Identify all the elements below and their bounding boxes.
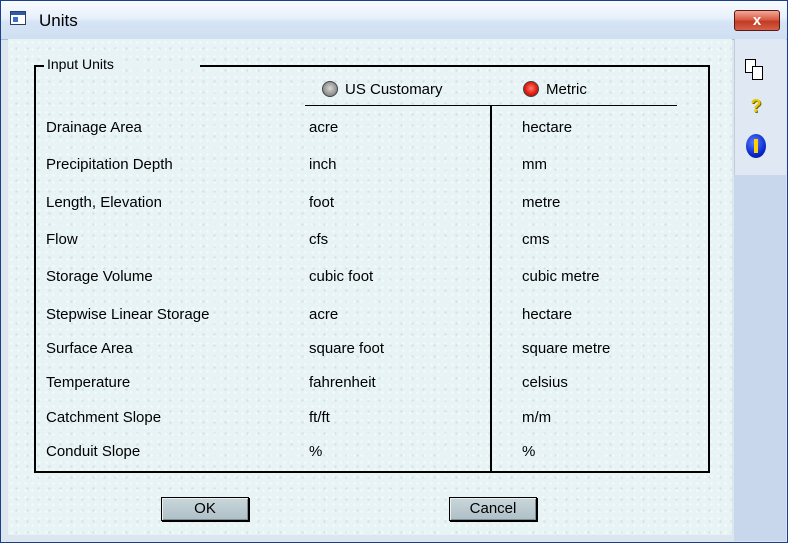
- metric-unit-stepwise-linear-storage: hectare: [522, 306, 573, 323]
- us-unit-precipitation-depth: inch: [309, 156, 337, 173]
- column-divider: [490, 106, 492, 471]
- row-label-precipitation-depth: Precipitation Depth: [46, 156, 173, 173]
- copy-icon[interactable]: [744, 58, 768, 82]
- info-icon[interactable]: [744, 134, 768, 158]
- close-button[interactable]: x: [734, 10, 780, 31]
- metric-unit-drainage-area: hectare: [522, 119, 573, 136]
- us-unit-catchment-slope: ft/ft: [309, 409, 330, 426]
- row-label-stepwise-linear-storage: Stepwise Linear Storage: [46, 306, 210, 323]
- metric-unit-length-elevation: metre: [522, 194, 561, 211]
- metric-unit-surface-area: square metre: [522, 340, 611, 357]
- ok-button[interactable]: OK: [161, 497, 249, 521]
- row-label-drainage-area: Drainage Area: [46, 119, 142, 136]
- close-icon: x: [752, 12, 762, 29]
- us-unit-stepwise-linear-storage: acre: [309, 306, 339, 323]
- row-label-surface-area: Surface Area: [46, 340, 133, 357]
- us-unit-drainage-area: acre: [309, 119, 339, 136]
- metric-unit-flow: cms: [522, 231, 550, 248]
- row-label-storage-volume: Storage Volume: [46, 268, 153, 285]
- us-unit-flow: cfs: [309, 231, 329, 248]
- row-label-flow: Flow: [46, 231, 78, 248]
- us-customary-label[interactable]: US Customary: [345, 81, 443, 98]
- us-unit-temperature: fahrenheit: [309, 374, 376, 391]
- metric-unit-storage-volume: cubic metre: [522, 268, 600, 285]
- metric-label[interactable]: Metric: [546, 81, 587, 98]
- metric-unit-precipitation-depth: mm: [522, 156, 547, 173]
- input-units-legend: Input Units: [44, 56, 120, 72]
- row-label-conduit-slope: Conduit Slope: [46, 443, 141, 460]
- cancel-button[interactable]: Cancel: [449, 497, 537, 521]
- title-bar[interactable]: Units x: [1, 1, 787, 40]
- window-title: Units: [39, 11, 78, 30]
- us-unit-storage-volume: cubic foot: [309, 268, 374, 285]
- row-label-length-elevation: Length, Elevation: [46, 194, 162, 211]
- us-unit-surface-area: square foot: [309, 340, 385, 357]
- metric-unit-temperature: celsius: [522, 374, 568, 391]
- metric-unit-conduit-slope: %: [522, 443, 536, 460]
- us-customary-radio[interactable]: [322, 81, 338, 97]
- row-label-catchment-slope: Catchment Slope: [46, 409, 162, 426]
- us-unit-length-elevation: foot: [309, 194, 335, 211]
- row-label-temperature: Temperature: [46, 374, 131, 391]
- help-icon[interactable]: ?: [744, 94, 768, 118]
- metric-radio[interactable]: [523, 81, 539, 97]
- us-unit-conduit-slope: %: [309, 443, 323, 460]
- window-icon: [10, 11, 26, 25]
- metric-unit-catchment-slope: m/m: [522, 409, 552, 426]
